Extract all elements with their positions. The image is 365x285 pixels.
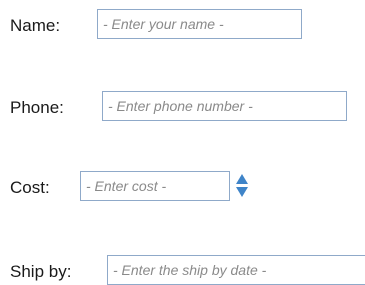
phone-label: Phone: xyxy=(10,98,64,117)
cost-input[interactable] xyxy=(80,171,230,201)
name-input[interactable] xyxy=(97,9,302,39)
cost-label: Cost: xyxy=(10,178,50,197)
cost-spinner[interactable] xyxy=(236,171,248,201)
spin-up-icon[interactable] xyxy=(236,174,248,184)
ship-by-date-input[interactable] xyxy=(107,255,365,285)
name-label: Name: xyxy=(10,16,61,35)
phone-input[interactable] xyxy=(102,91,347,121)
ship-by-label: Ship by: xyxy=(10,262,72,281)
spin-down-icon[interactable] xyxy=(236,187,248,197)
